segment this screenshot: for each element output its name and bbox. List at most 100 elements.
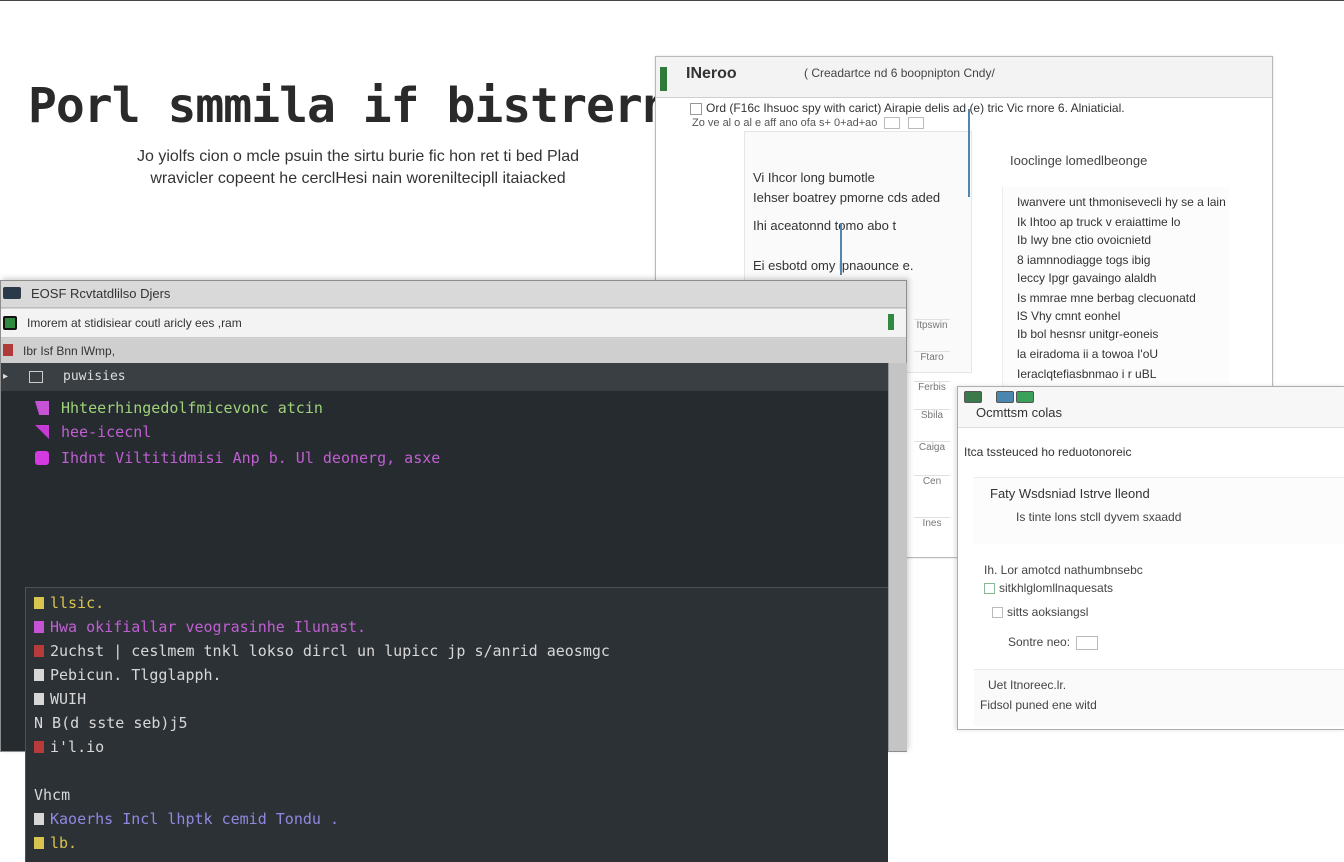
code-line-text: 2uchst | ceslmem tnkl lokso dircl un lup… [50,642,610,660]
code-line-text: Hwa okifiallar veograsinhe Ilunast. [50,618,367,636]
line-marker-icon [34,837,44,849]
footer-line: Fidsol puned ene witd [980,698,1097,712]
front-window-subtitle: Itca tssteuced ho reduotonoreic [964,445,1132,459]
code-line-text: Vhcm [34,786,71,804]
right-list-item[interactable]: Ik Ihtoo ap truck v eraiattime lo [1017,215,1180,229]
left-list-item[interactable]: Ei esbotd omy ipnaounce e. [753,258,913,273]
window-icon[interactable] [964,391,982,403]
line-marker-icon [34,597,44,609]
filter-checkbox[interactable] [690,102,702,115]
option-item[interactable]: Sontre neo: [1008,635,1099,650]
code-line-text: i'l.io [50,738,105,756]
right-list-item[interactable]: Ib Iwy bne ctio ovoicnietd [1017,233,1151,247]
menu-text[interactable]: Ibr Isf Bnn lWmp, [23,344,115,358]
chevron-icon[interactable]: ▸ [3,371,11,382]
code-line-text: Kaoerhs Incl lhptk cemid Tondu . [50,810,339,828]
console-output[interactable]: Hhteerhingedolfmicevonc atcin hee-icecnl… [1,391,888,862]
app-icon [660,67,667,91]
console-line: Hhteerhingedolfmicevonc atcin [35,399,323,417]
side-label: Ines [914,517,950,532]
toolbar-text: Imorem at stidisiear coutl aricly ees ,r… [27,316,242,330]
left-list-item[interactable]: Iehser boatrey pmorne cds aded [753,190,940,205]
front-dialog-window[interactable]: Ocmttsm colas Itca tssteuced ho reduoton… [957,386,1344,730]
option-item[interactable]: sitts aoksiangsl [992,605,1088,619]
info-card: Faty Wsdsniad Istrve lleond Is tinte lon… [974,477,1344,544]
right-list-item[interactable]: Ieccy Ipgr gavaingo alaldh [1017,271,1156,285]
console-line: hee-icecnl [35,423,151,441]
page-subtitle: Jo yiolfs cion o mcle psuin the sirtu bu… [88,146,628,190]
terminal-title: EOSF Rcvtatdlilso Djers [31,286,171,301]
code-line-text: llsic. [50,594,105,612]
terminal-toolbar: Imorem at stidisiear coutl aricly ees ,r… [1,309,906,338]
line-marker-icon [34,693,44,705]
right-list-item[interactable]: Iwanvere unt thmonisevecli hy se a lain [1017,195,1226,209]
side-label: Itpswin [914,319,950,334]
option-label: Sontre neo: [1008,635,1071,649]
terminal-scrollbar[interactable] [888,363,907,751]
option-item[interactable]: sitkhlglomllnaquesats [984,581,1113,595]
footer-line: Uet Itnoreec.lr. [988,678,1067,692]
code-line: 2uchst | ceslmem tnkl lokso dircl un lup… [34,642,610,660]
left-list-item[interactable]: Ihi aceatonnd tomo abo t [753,218,896,233]
toolbar-icon[interactable] [3,316,17,330]
side-label: Cen [914,475,950,490]
console-line-text: Ihdnt Viltitidmisi Anp b. Ul deonerg, as… [61,449,441,467]
pane-header: ▸ puwisies [1,363,888,391]
code-line: WUIH [34,690,86,708]
option-checkbox[interactable] [992,607,1003,619]
option-button[interactable] [1076,635,1099,650]
console-marker-icon [35,401,49,415]
line-marker-icon [34,741,44,753]
code-line: Hwa okifiallar veograsinhe Ilunast. [34,618,366,636]
connector-line [840,223,842,275]
top-divider [0,0,1344,1]
line-marker-icon [34,645,44,657]
controls-text: Zo ve al o al e aff ano ofa s+ 0+ad+ao [692,117,878,129]
code-line-text: WUIH [50,690,87,708]
code-line: i'l.io [34,738,104,756]
code-line-text: lb. [50,834,78,852]
option-item[interactable]: Ih. Lor amotcd nathumbnsebc [984,563,1143,577]
left-list-item[interactable]: Vi Ihcor long bumotle [753,170,875,185]
right-list-item[interactable]: Ieraclqtefiasbnmao i r uBL [1017,367,1156,381]
code-line: llsic. [34,594,104,612]
footer-section: Uet Itnoreec.lr. Fidsol puned ene witd [974,669,1344,726]
right-list-item[interactable]: Ib bol hesnsr unitgr-eoneis [1017,327,1158,341]
right-list-item[interactable]: lS Vhy cmnt eonhel [1017,309,1120,323]
right-list-item[interactable]: 8 iamnnodiagge togs ibig [1017,253,1150,267]
line-marker-icon [34,813,44,825]
side-label: Sbila [914,409,950,424]
right-list-item[interactable]: la eiradoma ii a towoa I'oU [1017,347,1158,361]
back-window-controls: Zo ve al o al e aff ano ofa s+ 0+ad+ao [692,117,924,130]
control-box[interactable] [907,117,924,130]
code-editor[interactable]: llsic. Hwa okifiallar veograsinhe Ilunas… [25,587,888,862]
page-title: Porl smmila if bistrern [28,78,671,134]
subtitle-line-2: wravicler copeent he cerclHesi nain wore… [150,170,566,187]
card-subtitle: Is tinte lons stcll dyvem sxaadd [1016,510,1182,524]
control-box[interactable] [884,117,901,130]
pane-header-label: puwisies [63,369,126,384]
window-icon[interactable] [1016,391,1034,403]
right-list-panel: Iwanvere unt thmonisevecli hy se a lain … [1002,187,1229,397]
status-indicator [888,314,894,330]
code-line-text: N B(d sste seb)j5 [34,714,188,732]
back-window-brand: INeroo [686,65,737,82]
terminal-menu-bar[interactable]: Ibr Isf Bnn lWmp, [1,339,906,363]
code-line: lb. [34,834,77,852]
option-label: sitkhlglomllnaquesats [999,581,1114,595]
right-list-item[interactable]: Is mmrae mne berbag clecuonatd [1017,291,1196,305]
side-label: Ferbis [914,381,950,396]
terminal-titlebar: EOSF Rcvtatdlilso Djers [1,281,906,308]
side-label: Caiga [914,441,950,456]
window-icon[interactable] [996,391,1014,403]
option-label: sitts aoksiangsl [1007,605,1089,619]
card-title: Faty Wsdsniad Istrve lleond [990,486,1150,501]
option-checkbox[interactable] [984,583,995,595]
back-window-filter-bar[interactable]: Ord (F16c Ihsuoc spy with carict) Airapi… [690,101,1125,115]
line-marker-icon [34,621,44,633]
terminal-app-icon [3,287,21,299]
code-line: Vhcm [34,786,70,804]
front-window-title: Ocmttsm colas [976,405,1062,420]
terminal-window[interactable]: EOSF Rcvtatdlilso Djers Imorem at stidis… [0,280,907,862]
menu-icon[interactable] [3,344,13,356]
